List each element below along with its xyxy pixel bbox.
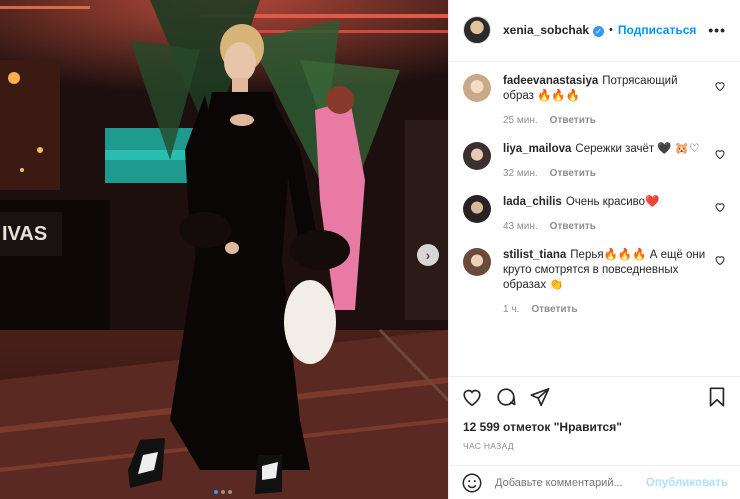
- like-heart-icon[interactable]: [461, 386, 483, 408]
- carousel-dot: [221, 490, 225, 494]
- like-comment-heart-icon[interactable]: [714, 148, 726, 160]
- reply-button[interactable]: Ответить: [550, 168, 596, 179]
- commenter-username[interactable]: stilist_tiana: [503, 249, 566, 261]
- reply-button[interactable]: Ответить: [550, 221, 596, 232]
- commenter-avatar[interactable]: [463, 141, 491, 170]
- add-comment-bar: Опубликовать: [449, 465, 740, 499]
- comment-time: 32 мин.: [503, 167, 538, 179]
- like-comment-heart-icon[interactable]: [714, 201, 726, 213]
- comment-text: Сережки зачёт 🖤 🐹♡: [575, 142, 700, 155]
- emoji-smiley-icon[interactable]: [461, 472, 483, 494]
- author-avatar[interactable]: [463, 16, 491, 45]
- comment-item: liya_mailova Сережки зачёт 🖤 🐹♡ 32 мин. От…: [463, 141, 726, 181]
- publish-button[interactable]: Опубликовать: [646, 477, 728, 489]
- likes-count[interactable]: 12 599 отметок "Нравится": [449, 417, 740, 437]
- comment-time: 43 мин.: [503, 220, 538, 232]
- author-username-text: xenia_sobchak: [503, 23, 590, 38]
- carousel-indicator: [214, 490, 232, 494]
- comment-item: lada_chilis Очень красиво❤️ 43 мин. Ответи…: [463, 194, 726, 234]
- comment-text: Очень красиво❤️: [565, 195, 660, 208]
- post-time: ЧАС НАЗАД: [463, 441, 514, 452]
- commenter-username[interactable]: lada_chilis: [503, 196, 562, 208]
- next-photo-button[interactable]: ›: [417, 244, 439, 266]
- commenter-avatar[interactable]: [463, 194, 491, 223]
- share-send-icon[interactable]: [529, 386, 551, 408]
- sign-text: IVAS: [2, 223, 47, 245]
- comment-bubble-icon[interactable]: [495, 386, 517, 408]
- instagram-post: IVAS › xenia_sobchak ✓ • Подписаться ••• …: [0, 0, 740, 499]
- commenter-avatar[interactable]: [463, 73, 491, 102]
- chevron-right-icon: ›: [425, 247, 431, 263]
- bookmark-icon[interactable]: [706, 386, 728, 408]
- comments-list: fadeevanastasiya Потрясающий образ 🔥🔥🔥 25…: [449, 62, 740, 376]
- carousel-dot: [228, 490, 232, 494]
- separator-dot: •: [609, 24, 613, 37]
- author-username[interactable]: xenia_sobchak ✓: [503, 23, 605, 38]
- carousel-dot: [214, 490, 218, 494]
- like-comment-heart-icon[interactable]: [714, 254, 726, 266]
- post-photo[interactable]: IVAS ›: [0, 0, 448, 499]
- reply-button[interactable]: Ответить: [531, 304, 577, 315]
- post-header: xenia_sobchak ✓ • Подписаться •••: [449, 0, 740, 62]
- comment-item: stilist_tiana Перья🔥🔥🔥 А ещё они круто см…: [463, 247, 726, 317]
- comment-time: 1 ч.: [503, 303, 520, 315]
- comment-time: 25 мин.: [503, 114, 538, 126]
- comment-item: fadeevanastasiya Потрясающий образ 🔥🔥🔥 25…: [463, 73, 726, 128]
- photo-scene: IVAS: [0, 0, 448, 499]
- more-options-icon[interactable]: •••: [708, 22, 726, 38]
- like-comment-heart-icon[interactable]: [714, 80, 726, 92]
- reply-button[interactable]: Ответить: [550, 115, 596, 126]
- follow-button[interactable]: Подписаться: [618, 23, 696, 37]
- comment-input[interactable]: [495, 476, 646, 489]
- post-sidebar: xenia_sobchak ✓ • Подписаться ••• fadeeva…: [448, 0, 740, 499]
- post-actions: [449, 375, 740, 418]
- commenter-username[interactable]: fadeevanastasiya: [503, 75, 598, 87]
- commenter-avatar[interactable]: [463, 247, 491, 276]
- commenter-username[interactable]: liya_mailova: [503, 143, 571, 155]
- verified-badge-icon: ✓: [593, 25, 605, 37]
